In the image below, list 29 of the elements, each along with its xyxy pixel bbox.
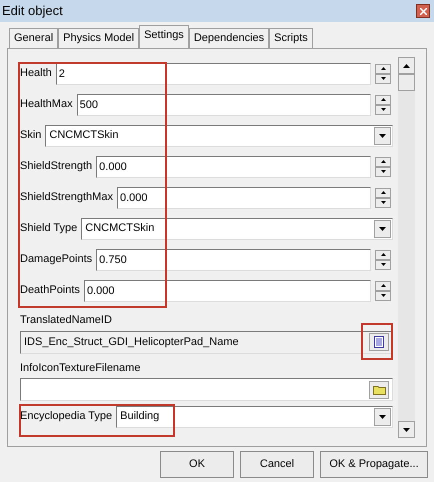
- field-label: Shield Type: [20, 221, 78, 236]
- field-label: Health: [20, 66, 52, 82]
- field-label: ShieldStrength: [20, 159, 92, 174]
- tab[interactable]: General: [9, 28, 58, 48]
- tab[interactable]: Settings: [139, 25, 189, 49]
- field-label: ShieldStrengthMax: [20, 190, 113, 206]
- number-field[interactable]: 2: [56, 62, 371, 84]
- dropdown[interactable]: Building: [116, 406, 393, 428]
- dropdown[interactable]: CNCMCTSkin: [45, 124, 393, 146]
- number-field[interactable]: 500: [76, 94, 371, 116]
- dropdown[interactable]: CNCMCTSkin: [81, 218, 393, 240]
- tab[interactable]: Scripts: [269, 28, 313, 48]
- field-label: DeathPoints: [20, 283, 80, 298]
- dialog-button[interactable]: Cancel: [240, 451, 314, 478]
- window-title: Edit object: [2, 2, 64, 20]
- number-field[interactable]: 0.000: [96, 156, 371, 178]
- dialog-button[interactable]: OK & Propagate...: [320, 451, 428, 478]
- field-label: TranslatedNameID: [20, 313, 113, 328]
- number-field[interactable]: 0.000: [84, 280, 371, 302]
- field-label: Encyclopedia Type: [20, 409, 112, 424]
- field-label: DamagePoints: [20, 252, 92, 268]
- tab[interactable]: Dependencies: [188, 28, 270, 48]
- field-label: Skin: [20, 128, 42, 144]
- field-label: InfoIconTextureFilename: [20, 360, 142, 376]
- dialog-button[interactable]: OK: [160, 451, 234, 478]
- tab[interactable]: Physics Model: [58, 28, 140, 48]
- number-field[interactable]: 0.750: [96, 248, 371, 270]
- number-field[interactable]: 0.000: [116, 186, 371, 208]
- field-label: HealthMax: [20, 97, 73, 112]
